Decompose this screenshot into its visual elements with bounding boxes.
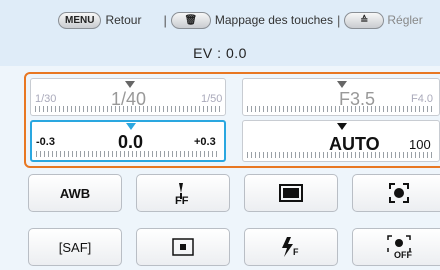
aperture-scale <box>247 106 435 112</box>
ev-max: +0.3 <box>194 136 216 148</box>
dial-key-icon: ≙ <box>344 11 385 29</box>
svg-text:FF: FF <box>175 195 189 206</box>
menu-key-icon: MENU <box>58 11 102 29</box>
awb-label: AWB <box>59 185 91 201</box>
back-label: Retour <box>105 13 142 27</box>
aperture-max: F4.0 <box>411 93 434 105</box>
shutter-max: 1/50 <box>201 93 223 105</box>
aperture-control[interactable]: F3.5 F4.0 <box>242 78 440 116</box>
settings-grid: AWB FF [SAF] F OFF <box>28 174 440 270</box>
ev-value: 0.0 <box>118 132 144 152</box>
wb-finetune-button[interactable]: FF <box>136 174 230 212</box>
metering-button[interactable] <box>244 174 338 212</box>
trash-key-icon: 🗑 <box>170 11 211 29</box>
shutter-pointer-icon <box>125 81 135 88</box>
iso-pointer-icon <box>337 123 347 130</box>
shutter-speed-control[interactable]: 1/30 1/40 1/50 <box>30 78 226 116</box>
flash-icon: F <box>282 237 299 257</box>
ev-readout: EV : 0.0 <box>0 40 440 66</box>
separator: | <box>336 12 341 28</box>
saf-label: [SAF] <box>58 239 92 255</box>
smart-filter-off-icon: OFF <box>387 235 412 260</box>
awb-button[interactable]: AWB <box>28 174 122 212</box>
ev-compensation-control[interactable]: -0.3 0.0 +0.3 <box>30 120 226 162</box>
dropper-off-icon: FF <box>175 183 189 206</box>
smart-filter-button[interactable]: OFF <box>352 228 440 266</box>
ev-min: -0.3 <box>36 136 55 148</box>
face-detect-button[interactable] <box>352 174 440 212</box>
svg-text:F: F <box>293 247 299 257</box>
shutter-min: 1/30 <box>35 93 57 105</box>
iso-max: 100 <box>409 137 431 152</box>
ev-pointer-icon <box>126 123 136 130</box>
exposure-group: 1/30 1/40 1/50 F3.5 F4.0 -0.3 0.0 +0.3 A… <box>24 72 440 168</box>
aperture-pointer-icon <box>337 81 347 88</box>
hint-bar: MENU Retour | 🗑 Mappage des touches | ≙ … <box>0 0 440 40</box>
ev-scale <box>36 151 220 157</box>
saf-button[interactable]: [SAF] <box>28 228 122 266</box>
shutter-scale <box>35 106 221 112</box>
flash-button[interactable]: F <box>244 228 338 266</box>
focus-area-button[interactable] <box>136 228 230 266</box>
iso-scale <box>247 152 435 158</box>
adjust-label: Régler <box>387 13 423 27</box>
key-mapping-label: Mappage des touches <box>214 13 333 27</box>
separator: | <box>163 12 167 28</box>
face-detect-icon <box>389 183 409 203</box>
svg-text:OFF: OFF <box>394 250 412 260</box>
metering-icon <box>279 184 303 202</box>
focus-area-icon <box>172 238 194 256</box>
iso-control[interactable]: AUTO 100 <box>242 120 440 162</box>
